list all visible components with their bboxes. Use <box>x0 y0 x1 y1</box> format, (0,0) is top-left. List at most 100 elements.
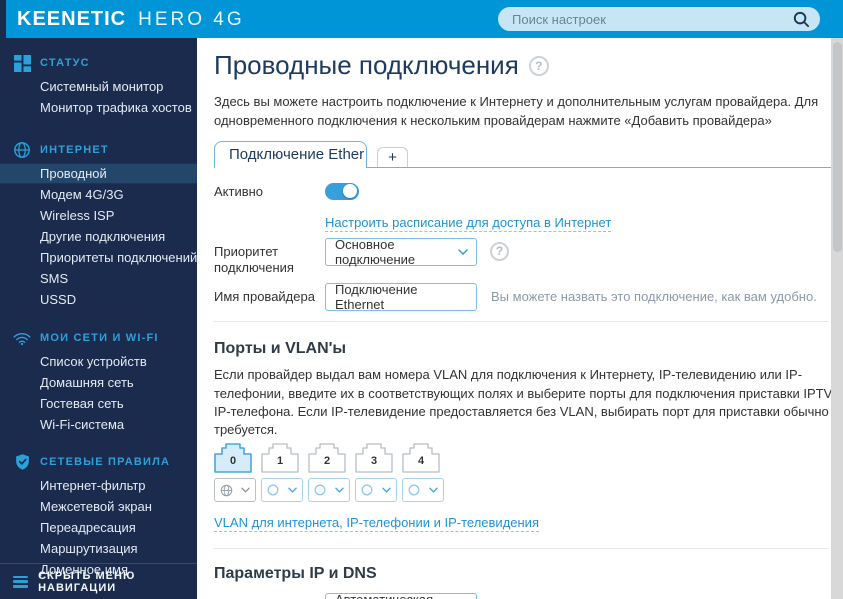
hamburger-icon <box>13 575 29 588</box>
scrollbar-thumb[interactable] <box>832 42 842 252</box>
port-1-number: 1 <box>276 455 284 468</box>
ports-row: 0 1 2 3 4 <box>214 443 831 473</box>
collapse-menu-button[interactable]: СКРЫТЬ МЕНЮ НАВИГАЦИИ <box>0 563 197 599</box>
tab-connection-ethernet[interactable]: Подключение Ether… <box>214 140 367 168</box>
sidebar-item-host-traffic-monitor[interactable]: Монитор трафика хостов <box>0 97 197 118</box>
nav-section-internet: ИНТЕРНЕТ Проводной Модем 4G/3G Wireless … <box>0 140 197 310</box>
logo-brand-text: KEENETIC <box>17 7 127 30</box>
chevron-down-icon <box>288 487 297 493</box>
sidebar-item-guest-network[interactable]: Гостевая сеть <box>0 393 197 414</box>
port-2-ethernet-icon[interactable]: 2 <box>308 443 346 473</box>
keenetic-logo: KEENETIC HERO 4G <box>17 8 245 31</box>
active-label: Активно <box>214 183 264 199</box>
port-3-role-select[interactable] <box>355 478 397 503</box>
main-content: Проводные подключения ? Здесь вы можете … <box>197 38 831 599</box>
tabbar-underline <box>367 166 831 168</box>
chevron-down-icon <box>241 487 250 493</box>
port-4-column: 4 <box>402 443 444 473</box>
port-3-ethernet-icon[interactable]: 3 <box>355 443 393 473</box>
port-0-number: 0 <box>229 455 237 468</box>
sidebar-item-ussd[interactable]: USSD <box>0 289 197 310</box>
sidebar-item-modem-4g-3g[interactable]: Модем 4G/3G <box>0 184 197 205</box>
sidebar-item-device-list[interactable]: Список устройств <box>0 351 197 372</box>
port-1-role-select[interactable] <box>261 478 303 503</box>
sidebar-item-internet-filter[interactable]: Интернет-фильтр <box>0 475 197 496</box>
search-input[interactable] <box>512 11 793 27</box>
section-divider <box>214 321 828 323</box>
ip-setup-label: Настройка IP <box>214 593 325 599</box>
connection-tabbar: Подключение Ether… + <box>214 140 831 168</box>
topbar: KEENETIC HERO 4G <box>0 0 843 38</box>
nav-title-my-networks: МОИ СЕТИ И WI-FI <box>40 332 159 344</box>
vertical-scrollbar[interactable] <box>831 38 843 599</box>
priority-select-value: Основное подключение <box>335 236 416 267</box>
sidebar-item-port-forwarding[interactable]: Переадресация <box>0 517 197 538</box>
priority-row: Приоритет подключения Основное подключен… <box>214 236 831 278</box>
empty-circle-icon <box>314 484 326 496</box>
collapse-menu-label: СКРЫТЬ МЕНЮ НАВИГАЦИИ <box>38 569 136 594</box>
nav-section-network-rules: СЕТЕВЫЕ ПРАВИЛА Интернет-фильтр Межсетев… <box>0 452 197 580</box>
ports-section-heading: Порты и VLAN'ы <box>214 340 347 358</box>
wifi-icon <box>13 329 31 347</box>
provider-name-label: Имя провайдера <box>214 289 315 305</box>
nav-header-network-rules: СЕТЕВЫЕ ПРАВИЛА <box>0 452 197 472</box>
port-3-column: 3 <box>355 443 397 473</box>
port-0-ethernet-icon[interactable]: 0 <box>214 443 252 473</box>
sidebar-item-firewall[interactable]: Межсетевой экран <box>0 496 197 517</box>
schedule-link-row: Настроить расписание для доступа в Интер… <box>214 214 831 232</box>
nav-title-status: СТАТУС <box>40 57 90 69</box>
globe-icon <box>13 141 31 159</box>
nav-section-my-networks: МОИ СЕТИ И WI-FI Список устройств Домашн… <box>0 328 197 435</box>
logo-model-text: HERO 4G <box>138 8 245 30</box>
port-4-role-select[interactable] <box>402 478 444 503</box>
search-box[interactable] <box>498 7 820 31</box>
sidebar-item-sms[interactable]: SMS <box>0 268 197 289</box>
port-4-number: 4 <box>417 455 425 468</box>
search-icon[interactable] <box>793 11 810 28</box>
sidebar-item-system-monitor[interactable]: Системный монитор <box>0 76 197 97</box>
port-dropdowns-row <box>214 478 831 503</box>
shield-check-icon <box>13 453 31 471</box>
port-0-role-select[interactable] <box>214 478 256 503</box>
port-4-ethernet-icon[interactable]: 4 <box>402 443 440 473</box>
page-title-row: Проводные подключения ? <box>214 50 831 81</box>
port-3-number: 3 <box>370 455 378 468</box>
nav-header-internet: ИНТЕРНЕТ <box>0 140 197 160</box>
sidebar-item-other-connections[interactable]: Другие подключения <box>0 226 197 247</box>
sidebar-item-wifi-system[interactable]: Wi-Fi-система <box>0 414 197 435</box>
globe-icon <box>220 484 233 496</box>
port-2-role-select[interactable] <box>308 478 350 503</box>
nav-title-internet: ИНТЕРНЕТ <box>40 144 109 156</box>
priority-label: Приоритет подключения <box>214 243 294 276</box>
sidebar-item-home-network[interactable]: Домашняя сеть <box>0 372 197 393</box>
ip-setup-select[interactable]: Автоматическая (DHCP) <box>325 592 477 599</box>
port-1-ethernet-icon[interactable]: 1 <box>261 443 299 473</box>
page-intro-text: Здесь вы можете настроить подключение к … <box>214 94 819 128</box>
chevron-down-icon <box>458 248 468 255</box>
active-toggle[interactable] <box>325 182 359 200</box>
empty-circle-icon <box>408 484 420 496</box>
priority-help-icon[interactable]: ? <box>490 241 509 261</box>
sidebar-item-wireless-isp[interactable]: Wireless ISP <box>0 205 197 226</box>
page-help-icon[interactable]: ? <box>528 55 549 76</box>
provider-name-hint: Вы можете назвать это подключение, как в… <box>491 289 817 305</box>
nav-header-status: СТАТУС <box>0 53 197 73</box>
provider-name-input[interactable]: Подключение Ethernet <box>325 282 477 312</box>
ports-section-description: Если провайдер выдал вам номера VLAN для… <box>214 367 831 437</box>
sidebar-item-wired[interactable]: Проводной <box>0 163 197 184</box>
empty-circle-icon <box>267 484 279 496</box>
nav-section-status: СТАТУС Системный монитор Монитор трафика… <box>0 53 197 118</box>
vlan-settings-link[interactable]: VLAN для интернета, IP-телефонии и IP-те… <box>214 515 539 533</box>
add-provider-tab-button[interactable]: + <box>377 146 408 168</box>
sidebar-item-connection-priorities[interactable]: Приоритеты подключений <box>0 247 197 268</box>
port-2-number: 2 <box>323 455 331 468</box>
vlan-link-row: VLAN для интернета, IP-телефонии и IP-те… <box>214 514 831 533</box>
sidebar-item-routing[interactable]: Маршрутизация <box>0 538 197 559</box>
schedule-link[interactable]: Настроить расписание для доступа в Интер… <box>325 215 612 232</box>
sidebar-nav: СТАТУС Системный монитор Монитор трафика… <box>0 38 197 599</box>
port-0-column: 0 <box>214 443 256 473</box>
chevron-down-icon <box>335 487 344 493</box>
priority-select[interactable]: Основное подключение <box>325 236 477 267</box>
page-title: Проводные подключения <box>214 50 519 80</box>
chevron-down-icon <box>382 487 391 493</box>
